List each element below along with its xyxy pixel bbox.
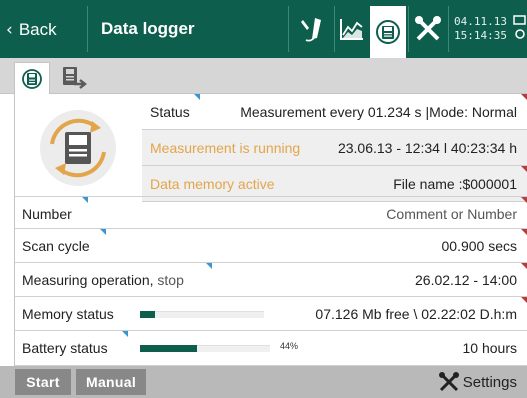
scan-cycle-row[interactable]: Scan cycle 00.900 secs xyxy=(14,229,527,263)
status-value: Measurement every 01.234 s |Mode: Normal xyxy=(240,104,517,120)
tab-strip xyxy=(0,58,527,94)
status-row: Status Measurement every 01.234 s |Mode:… xyxy=(142,94,527,130)
file-name-value: File name :$000001 xyxy=(393,176,517,192)
info-marker xyxy=(206,263,212,269)
probe-icon[interactable] xyxy=(296,10,332,48)
battery-status-label: Battery status xyxy=(22,340,108,356)
operation-mode-text: stop xyxy=(157,272,184,288)
battery-status-row: Battery status 44% 10 hours xyxy=(14,331,527,366)
number-row[interactable]: Number Comment or Number xyxy=(14,196,527,229)
settings-button[interactable]: Settings xyxy=(438,371,517,393)
running-label: Measurement is running xyxy=(150,140,301,156)
scan-cycle-value: 00.900 secs xyxy=(441,238,518,254)
info-marker xyxy=(100,229,106,235)
edit-marker xyxy=(521,229,527,235)
info-marker xyxy=(194,94,200,100)
back-label: Back xyxy=(18,20,57,39)
memory-status-label: Memory status xyxy=(22,306,114,322)
edit-marker xyxy=(521,263,527,269)
operation-label-text: Measuring operation, xyxy=(22,272,154,288)
logger-status-graphic xyxy=(14,94,142,202)
battery-progress-bar xyxy=(140,345,270,352)
battery-percent: 44% xyxy=(280,341,299,351)
time-text: 15:14:35 xyxy=(454,29,507,42)
number-value: Comment or Number xyxy=(386,206,517,222)
measuring-operation-row[interactable]: Measuring operation, stop 26.02.12 - 14:… xyxy=(14,263,527,297)
divider xyxy=(288,6,289,52)
export-data-icon xyxy=(63,67,87,89)
running-row: Measurement is running 23.06.13 - 12:34 … xyxy=(142,130,527,166)
chevron-left-icon: ‹ xyxy=(6,20,13,40)
start-button[interactable]: Start xyxy=(15,369,71,395)
tools-icon xyxy=(438,372,459,392)
memory-active-label: Data memory active xyxy=(150,176,275,192)
chart-icon[interactable] xyxy=(334,10,370,48)
measuring-operation-value: 26.02.12 - 14:00 xyxy=(415,272,517,288)
divider xyxy=(408,6,409,52)
number-label: Number xyxy=(22,206,72,222)
datetime-display: 04.11.13 15:14:35 xyxy=(454,15,507,43)
tab-logger[interactable] xyxy=(14,62,50,94)
battery-status-value: 10 hours xyxy=(462,340,517,356)
info-marker xyxy=(122,331,128,337)
info-marker xyxy=(82,197,88,203)
edit-marker xyxy=(521,197,527,203)
tab-export[interactable] xyxy=(56,62,92,94)
memory-progress-bar xyxy=(140,311,264,318)
settings-label: Settings xyxy=(462,373,517,391)
manual-button[interactable]: Manual xyxy=(76,369,146,395)
data-logger-icon xyxy=(22,68,42,89)
memory-status-value: 07.126 Mb free \ 02.22:02 D.h:m xyxy=(315,306,517,322)
tools-icon[interactable] xyxy=(410,10,446,48)
divider xyxy=(87,6,88,52)
battery-icon xyxy=(513,14,527,45)
data-logger-icon[interactable] xyxy=(370,6,406,58)
footer-bar: Start Manual Settings xyxy=(0,366,527,398)
battery-progress-fill xyxy=(140,345,198,352)
back-button[interactable]: ‹ Back xyxy=(6,18,57,42)
divider xyxy=(448,6,449,52)
scan-cycle-label: Scan cycle xyxy=(22,238,90,254)
edit-marker xyxy=(521,297,527,303)
edit-marker xyxy=(521,94,527,100)
status-label: Status xyxy=(150,104,190,120)
measuring-operation-label: Measuring operation, stop xyxy=(22,272,184,288)
date-text: 04.11.13 xyxy=(454,15,507,28)
running-value: 23.06.13 - 12:34 l 40:23:34 h xyxy=(337,140,517,156)
page-title: Data logger xyxy=(101,19,195,38)
memory-progress-fill xyxy=(140,311,155,318)
memory-status-row: Memory status 07.126 Mb free \ 02.22:02 … xyxy=(14,297,527,331)
header-bar: ‹ Back Data logger 04.11.13 15:14:35 xyxy=(0,0,527,58)
data-logger-cycle-icon xyxy=(40,110,116,186)
edit-marker xyxy=(521,166,527,172)
